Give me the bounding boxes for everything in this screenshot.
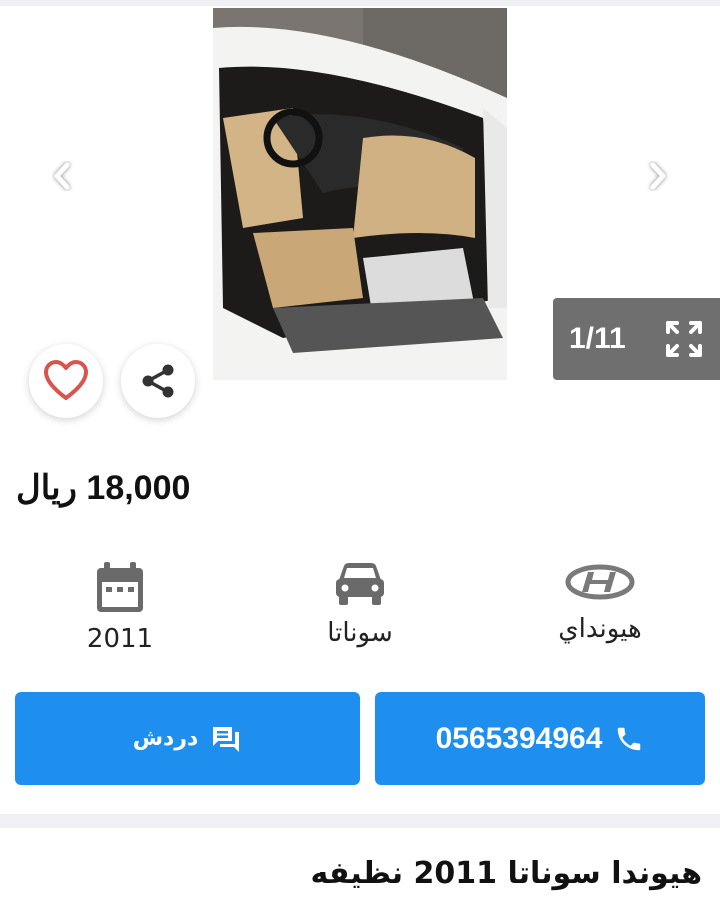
- car-icon: [336, 563, 384, 605]
- favorite-button[interactable]: [29, 344, 103, 418]
- price-currency: ريال: [16, 469, 77, 507]
- car-photo[interactable]: [213, 8, 507, 380]
- next-image-arrow[interactable]: [638, 156, 678, 196]
- chat-button[interactable]: دردش: [15, 692, 360, 785]
- spec-brand-label: هيونداي: [558, 614, 642, 644]
- spec-model: سوناتا: [280, 560, 440, 648]
- chevron-left-icon: [54, 162, 70, 190]
- specs-row: هيونداي سوناتا 2011: [0, 560, 720, 670]
- share-icon: [142, 364, 174, 398]
- chevron-right-icon: [650, 162, 666, 190]
- price-value: 18,000: [86, 469, 191, 507]
- fullscreen-icon[interactable]: [664, 319, 704, 359]
- section-separator: [0, 814, 720, 828]
- spec-year: 2011: [40, 560, 200, 654]
- listing-price: 18,000 ريال: [16, 468, 316, 508]
- hyundai-logo-icon: [565, 564, 635, 600]
- spec-model-label: سوناتا: [327, 618, 393, 648]
- chat-icon: [213, 726, 240, 752]
- share-button[interactable]: [121, 344, 195, 418]
- spec-year-label: 2011: [86, 624, 154, 654]
- call-button[interactable]: 0565394964: [375, 692, 705, 785]
- calendar-icon: [97, 562, 143, 612]
- previous-image-arrow[interactable]: [42, 156, 82, 196]
- listing-title: هيوندا سوناتا 2011 نظيفه: [310, 856, 702, 891]
- image-counter-text: 1/11: [569, 322, 626, 355]
- image-counter[interactable]: 1/11: [553, 298, 720, 380]
- car-interior-image: [213, 8, 507, 380]
- image-gallery[interactable]: 1/11: [0, 6, 720, 418]
- chat-button-label: دردش: [132, 726, 199, 751]
- phone-number: 0565394964: [435, 721, 603, 755]
- heart-icon: [44, 360, 88, 400]
- phone-icon: [618, 727, 641, 750]
- spec-brand: هيونداي: [520, 560, 680, 644]
